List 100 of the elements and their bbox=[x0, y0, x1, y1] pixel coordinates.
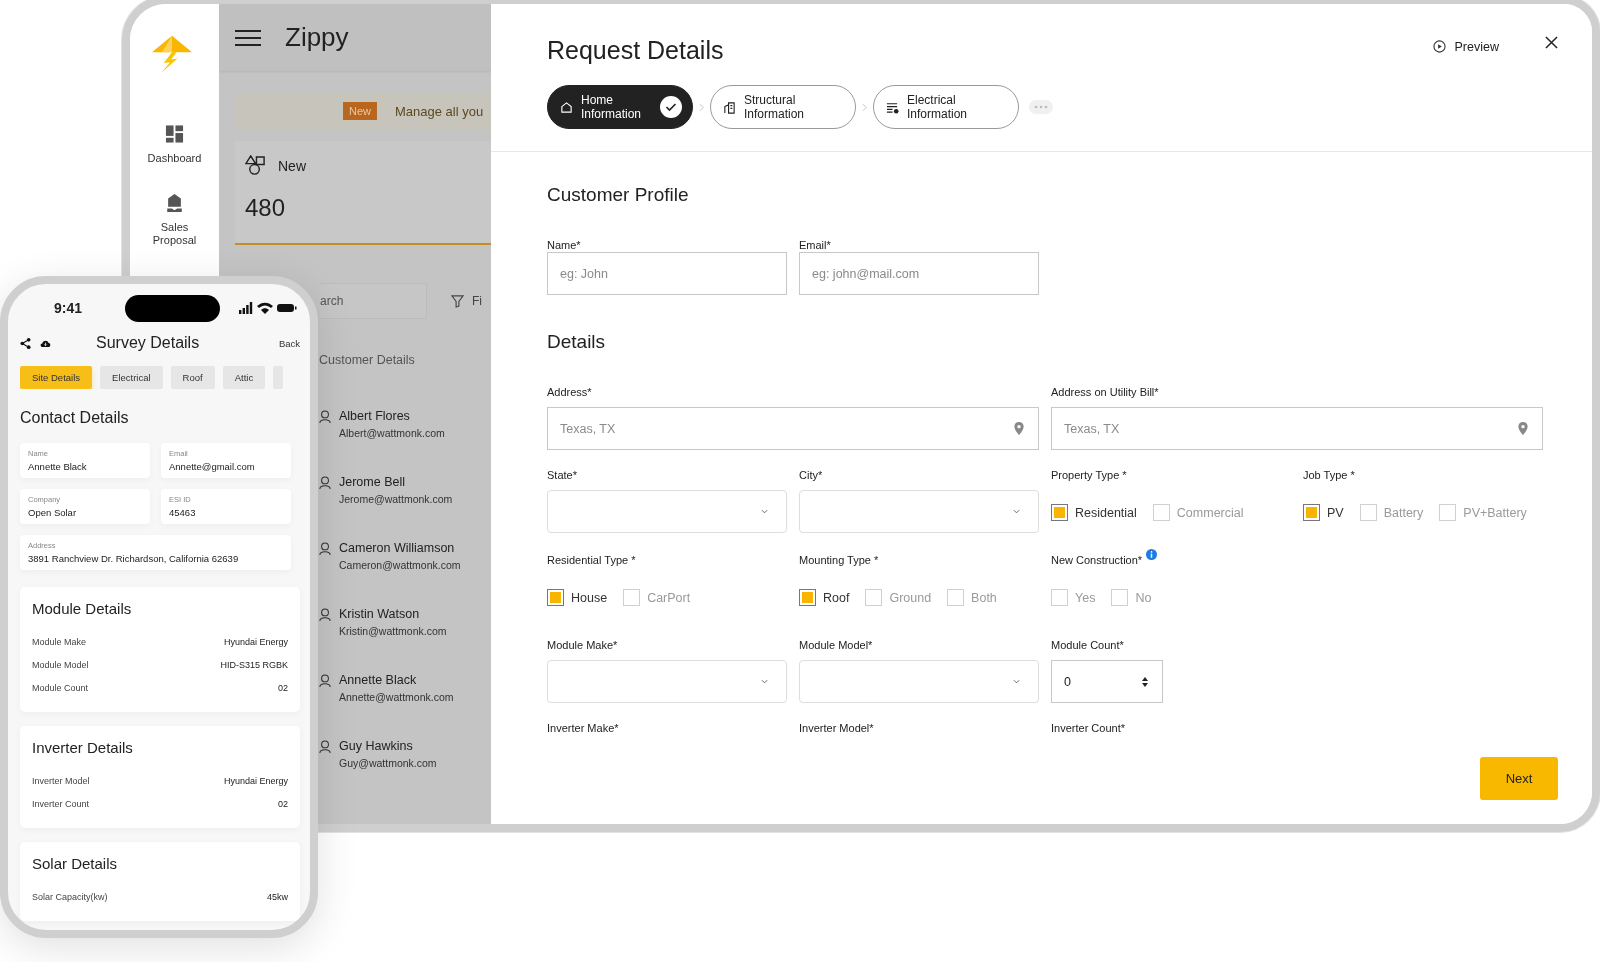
field-label: Address on Utility Bill* bbox=[1051, 385, 1159, 399]
input-field[interactable]: eg: John bbox=[547, 252, 787, 295]
field-label: Name* bbox=[547, 238, 582, 252]
dropdown-field[interactable] bbox=[547, 490, 787, 533]
row-value: Hyundai Energy bbox=[223, 637, 288, 647]
card-title: Inverter Details bbox=[32, 739, 134, 756]
sidebar-item[interactable]: Dashboard bbox=[144, 124, 205, 165]
more-icon[interactable] bbox=[1029, 100, 1053, 114]
customer-item[interactable]: Jerome Bell Jerome@wattmonk.com bbox=[319, 475, 491, 505]
customer-item[interactable]: Kristin Watson Kristin@wattmonk.com bbox=[319, 607, 491, 637]
field-label: Inverter Count* bbox=[1051, 721, 1125, 735]
checkbox-label: Battery bbox=[1383, 505, 1424, 520]
customer-item[interactable]: Guy Hawkins Guy@wattmonk.com bbox=[319, 739, 491, 769]
person-icon bbox=[319, 542, 331, 556]
field-label: Property Type * bbox=[1051, 468, 1127, 482]
field-label: Email* bbox=[799, 238, 832, 252]
chevron-down-icon bbox=[761, 679, 768, 684]
location-field[interactable]: Texas, TX bbox=[547, 407, 1039, 450]
list-icon bbox=[886, 100, 899, 114]
row-label: Module Model bbox=[32, 660, 89, 670]
stat-value: 480 bbox=[245, 194, 287, 222]
card-title: Solar Details bbox=[32, 855, 119, 872]
row-value: 45kw bbox=[267, 892, 288, 902]
dropdown-field[interactable] bbox=[799, 490, 1039, 533]
checkbox-label: PV bbox=[1327, 505, 1344, 520]
card-title: Module Details bbox=[32, 600, 133, 617]
share-icon[interactable] bbox=[20, 337, 31, 349]
home-icon bbox=[560, 100, 573, 114]
screen-title: Survey Details bbox=[96, 334, 201, 352]
grid-icon bbox=[165, 124, 184, 144]
checkbox-label: Ground bbox=[889, 590, 932, 605]
banner-text: Manage all you bbox=[395, 103, 484, 119]
section-title: Customer Profile bbox=[547, 184, 690, 206]
dropdown-field[interactable] bbox=[547, 660, 787, 703]
status-icons-drawing bbox=[239, 302, 297, 314]
search-field[interactable]: arch bbox=[320, 283, 427, 319]
field-label: Module Make* bbox=[547, 638, 618, 652]
chevron-down-icon bbox=[1013, 679, 1020, 684]
step-tab[interactable]: Structural Information bbox=[710, 85, 856, 129]
location-field[interactable]: Texas, TX bbox=[1051, 407, 1543, 450]
row-label: Solar Capacity(kw) bbox=[32, 892, 108, 902]
house-handshake-icon bbox=[165, 193, 184, 213]
number-field[interactable]: 0 bbox=[1051, 660, 1163, 703]
field-label: Mounting Type * bbox=[799, 553, 879, 567]
field-label: State* bbox=[547, 468, 577, 482]
back-link[interactable]: Back bbox=[278, 337, 300, 349]
info-icon[interactable] bbox=[1146, 549, 1158, 560]
stepper-arrows-icon bbox=[1142, 676, 1148, 687]
field-label: Module Model* bbox=[799, 638, 873, 652]
checkbox[interactable] bbox=[1303, 504, 1320, 521]
panel-title: Request Details bbox=[547, 36, 725, 65]
checkbox-label: Roof bbox=[823, 590, 850, 605]
person-icon bbox=[319, 740, 331, 754]
preview-button[interactable]: Preview bbox=[1432, 39, 1499, 54]
stat-label: New bbox=[278, 157, 306, 174]
field-label: Inverter Make* bbox=[547, 721, 619, 735]
field-label: Address* bbox=[547, 385, 592, 399]
customer-item[interactable]: Cameron Williamson Cameron@wattmonk.com bbox=[319, 541, 491, 571]
step-tab[interactable]: Electrical Information bbox=[873, 85, 1019, 129]
checkbox-label: Both bbox=[971, 590, 997, 605]
checkbox-label: CarPort bbox=[647, 590, 691, 605]
row-value: HID-S315 RGBK bbox=[220, 660, 288, 670]
person-icon bbox=[319, 410, 331, 424]
stat-card[interactable]: New 480 bbox=[235, 141, 491, 245]
status-time: 9:41 bbox=[54, 300, 84, 316]
tab[interactable]: Site Details bbox=[20, 366, 93, 389]
checkbox[interactable] bbox=[547, 589, 564, 606]
tab[interactable]: Attic bbox=[222, 366, 266, 389]
person-icon bbox=[319, 608, 331, 622]
row-label: Module Count bbox=[32, 683, 89, 693]
close-icon[interactable] bbox=[1545, 36, 1558, 49]
row-label: Module Make bbox=[32, 637, 87, 647]
checkbox-label: Commercial bbox=[1176, 505, 1244, 520]
chevron-right-icon bbox=[699, 102, 704, 112]
shapes-icon bbox=[245, 155, 266, 176]
chevron-right-icon bbox=[862, 102, 867, 112]
checkbox[interactable] bbox=[799, 589, 816, 606]
tab[interactable]: Roof bbox=[170, 366, 215, 389]
checkbox-label: House bbox=[571, 590, 608, 605]
customer-item[interactable]: Albert Flores Albert@wattmonk.com bbox=[319, 409, 491, 439]
input-field[interactable]: eg: john@mail.com bbox=[799, 252, 1039, 295]
dropdown-field[interactable] bbox=[799, 660, 1039, 703]
sidebar-item[interactable]: Sales Proposal bbox=[144, 193, 205, 247]
person-icon bbox=[319, 674, 331, 688]
checkbox-label: Yes bbox=[1075, 590, 1096, 605]
field-value: 45463 bbox=[169, 507, 197, 518]
field-label: New Construction* bbox=[1051, 553, 1143, 567]
section-title: Details bbox=[547, 331, 607, 353]
field-value: 3891 Ranchview Dr. Richardson, California 62639 bbox=[28, 553, 240, 564]
tab[interactable]: Electrical bbox=[100, 366, 163, 389]
checkbox[interactable] bbox=[1051, 504, 1068, 521]
row-value: 02 bbox=[278, 683, 288, 693]
menu-icon[interactable] bbox=[235, 29, 261, 46]
customer-item[interactable]: Annette Black Annette@wattmonk.com bbox=[319, 673, 491, 703]
next-button[interactable]: Next bbox=[1480, 757, 1558, 800]
step-tab[interactable]: Home Information bbox=[547, 85, 693, 129]
app-title: Zippy bbox=[285, 22, 349, 53]
field-label: Residential Type * bbox=[547, 553, 636, 567]
checkbox-label: PV+Battery bbox=[1463, 505, 1527, 520]
filter-button[interactable]: Fi bbox=[451, 294, 482, 308]
